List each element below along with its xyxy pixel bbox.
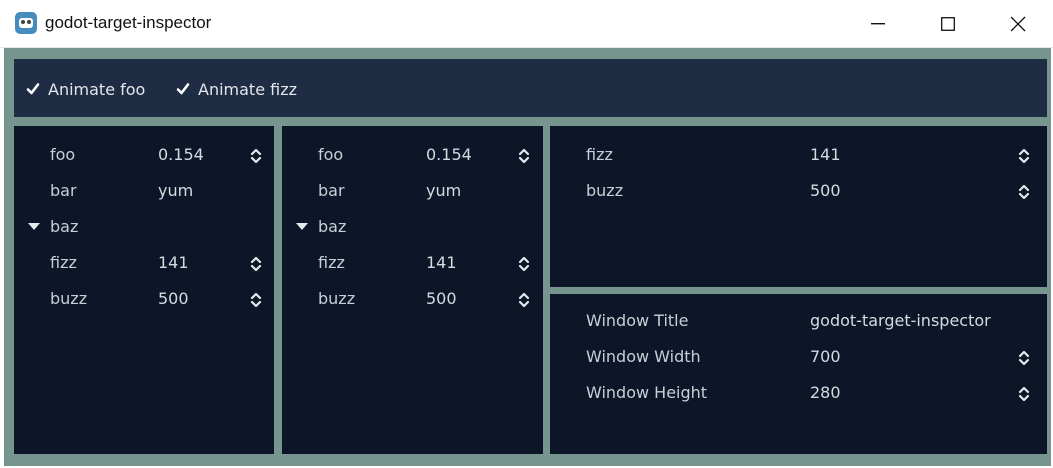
- group-label: baz: [50, 217, 79, 236]
- property-label: Window Title: [586, 311, 689, 330]
- property-row-buzz[interactable]: buzz 500: [14, 289, 274, 311]
- property-row-bar[interactable]: bar yum: [282, 181, 543, 203]
- property-row-bar[interactable]: bar yum: [14, 181, 274, 203]
- property-row-buzz[interactable]: buzz 500: [550, 181, 1047, 203]
- minimize-icon: [871, 22, 885, 24]
- spinner-arrows-icon[interactable]: [250, 148, 262, 164]
- expand-arrow-icon[interactable]: [296, 223, 308, 230]
- checkbox-checked-icon: [176, 82, 190, 96]
- property-label: bar: [318, 181, 345, 200]
- title-bar: godot-target-inspector: [0, 0, 1053, 48]
- property-value[interactable]: 141: [158, 253, 189, 272]
- animate-foo-checkbox[interactable]: Animate foo: [26, 79, 145, 99]
- toolbar: Animate foo Animate fizz: [14, 59, 1047, 117]
- property-value[interactable]: 500: [810, 181, 841, 200]
- property-label: fizz: [318, 253, 345, 272]
- maximize-button[interactable]: [913, 0, 983, 47]
- spinner-arrows-icon[interactable]: [518, 256, 530, 272]
- window-height-field[interactable]: 280: [810, 383, 841, 402]
- godot-app-icon: [15, 12, 37, 34]
- spinner-arrows-icon[interactable]: [518, 292, 530, 308]
- animate-fizz-label: Animate fizz: [198, 79, 297, 99]
- spinner-arrows-icon[interactable]: [518, 148, 530, 164]
- spinner-arrows-icon[interactable]: [1018, 184, 1030, 200]
- property-value[interactable]: 0.154: [426, 145, 472, 164]
- property-value[interactable]: 500: [158, 289, 189, 308]
- property-value[interactable]: 0.154: [158, 145, 204, 164]
- window-title: godot-target-inspector: [45, 13, 212, 32]
- expand-arrow-icon[interactable]: [28, 223, 40, 230]
- checkbox-checked-icon: [26, 82, 40, 96]
- property-row-foo[interactable]: foo 0.154: [14, 145, 274, 167]
- property-row-window-width[interactable]: Window Width 700: [550, 347, 1047, 369]
- property-row-window-height[interactable]: Window Height 280: [550, 383, 1047, 405]
- close-button[interactable]: [983, 0, 1053, 47]
- property-row-foo[interactable]: foo 0.154: [282, 145, 543, 167]
- property-label: buzz: [50, 289, 88, 308]
- property-value[interactable]: yum: [426, 181, 461, 200]
- property-label: bar: [50, 181, 77, 200]
- window-settings-panel: Window Title godot-target-inspector Wind…: [550, 294, 1047, 454]
- property-label: foo: [318, 145, 344, 164]
- property-row-fizz[interactable]: fizz 141: [282, 253, 543, 275]
- maximize-icon: [941, 16, 955, 31]
- property-label: Window Width: [586, 347, 701, 366]
- spinner-arrows-icon[interactable]: [1018, 386, 1030, 402]
- spinner-arrows-icon[interactable]: [250, 256, 262, 272]
- property-label: buzz: [318, 289, 356, 308]
- inspector-panel-3: fizz 141 buzz 500: [550, 126, 1047, 287]
- inspector-panel-2: foo 0.154 bar yum baz fizz 141 buzz 500: [282, 126, 543, 454]
- spinner-arrows-icon[interactable]: [250, 292, 262, 308]
- property-label: fizz: [50, 253, 77, 272]
- property-value[interactable]: yum: [158, 181, 193, 200]
- property-value[interactable]: 141: [426, 253, 457, 272]
- spinner-arrows-icon[interactable]: [1018, 350, 1030, 366]
- property-row-fizz[interactable]: fizz 141: [14, 253, 274, 275]
- property-label: Window Height: [586, 383, 708, 402]
- property-label: foo: [50, 145, 76, 164]
- window-title-field[interactable]: godot-target-inspector: [810, 311, 991, 330]
- property-value[interactable]: 500: [426, 289, 457, 308]
- property-row-window-title[interactable]: Window Title godot-target-inspector: [550, 311, 1047, 333]
- property-label: buzz: [586, 181, 624, 200]
- property-label: fizz: [586, 145, 613, 164]
- window-width-field[interactable]: 700: [810, 347, 841, 366]
- group-header-baz[interactable]: baz: [14, 217, 274, 239]
- inspector-panel-1: foo 0.154 bar yum baz fizz 141 buzz 500: [14, 126, 274, 454]
- property-row-fizz[interactable]: fizz 141: [550, 145, 1047, 167]
- app-client-area: Animate foo Animate fizz foo 0.154 bar y…: [4, 48, 1051, 466]
- close-icon: [1010, 16, 1026, 31]
- property-row-buzz[interactable]: buzz 500: [282, 289, 543, 311]
- animate-fizz-checkbox[interactable]: Animate fizz: [176, 79, 297, 99]
- minimize-button[interactable]: [843, 0, 913, 47]
- animate-foo-label: Animate foo: [48, 79, 146, 99]
- group-label: baz: [318, 217, 347, 236]
- group-header-baz[interactable]: baz: [282, 217, 543, 239]
- spinner-arrows-icon[interactable]: [1018, 148, 1030, 164]
- property-value[interactable]: 141: [810, 145, 841, 164]
